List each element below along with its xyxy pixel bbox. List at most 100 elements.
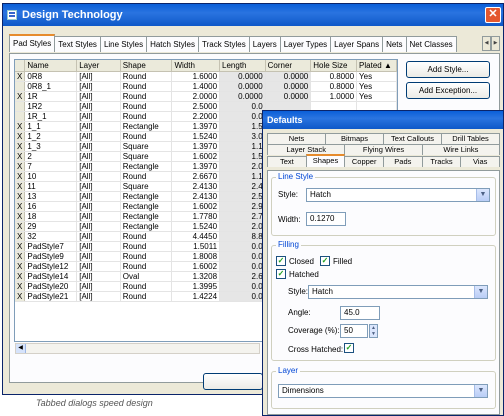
table-row[interactable]: X 1R [All] Round 2.0000 0.0000 0.0000 1.0000 Yes: [15, 91, 397, 102]
row-marker[interactable]: X: [15, 201, 26, 212]
table-cell[interactable]: 0.0: [219, 291, 266, 302]
close-icon[interactable]: ✕: [485, 7, 501, 23]
chevron-down-icon[interactable]: ▼: [476, 189, 489, 201]
table-cell[interactable]: 1_3: [24, 141, 78, 152]
table-cell[interactable]: 1R: [24, 91, 78, 102]
table-cell[interactable]: 1.8008: [171, 251, 221, 262]
table-cell[interactable]: PadStyle20: [24, 281, 78, 292]
table-cell[interactable]: 1.5: [219, 151, 266, 162]
table-cell[interactable]: Round: [120, 101, 173, 112]
tab-text-callouts[interactable]: Text Callouts: [383, 133, 442, 144]
layer-select[interactable]: Dimensions ▼: [278, 384, 488, 398]
table-cell[interactable]: 18: [24, 211, 78, 222]
filled-checkbox[interactable]: ✓ Filled: [320, 256, 352, 266]
row-marker[interactable]: X: [15, 221, 26, 232]
tab-vias[interactable]: Vias: [460, 156, 501, 167]
table-cell[interactable]: 0R8: [24, 71, 78, 82]
table-cell[interactable]: 1.4000: [171, 81, 221, 92]
column-header[interactable]: Plated ▲: [356, 60, 397, 72]
spin-down-icon[interactable]: ▼: [370, 331, 377, 337]
table-cell[interactable]: 1.6002: [171, 201, 221, 212]
column-header[interactable]: Name: [24, 60, 78, 72]
table-cell[interactable]: 1.6000: [171, 71, 221, 82]
table-cell[interactable]: 1.3970: [171, 161, 221, 172]
table-cell[interactable]: 0.0: [219, 241, 266, 252]
column-header[interactable]: Layer: [76, 60, 121, 72]
tab-shapes[interactable]: Shapes: [305, 154, 346, 167]
chevron-down-icon[interactable]: ▼: [474, 286, 487, 298]
table-cell[interactable]: 0.0: [219, 251, 266, 262]
tab-copper[interactable]: Copper: [344, 156, 385, 167]
row-marker[interactable]: X: [15, 181, 26, 192]
table-cell[interactable]: 7: [24, 161, 78, 172]
column-header[interactable]: [15, 60, 26, 72]
table-cell[interactable]: [All]: [76, 81, 121, 92]
column-header[interactable]: Width: [171, 60, 221, 72]
table-cell[interactable]: Round: [120, 281, 173, 292]
table-cell[interactable]: 0.0: [219, 281, 266, 292]
coverage-spinner[interactable]: ▲ ▼: [369, 324, 378, 338]
table-cell[interactable]: 1_2: [24, 131, 78, 142]
table-cell[interactable]: 32: [24, 231, 78, 242]
table-cell[interactable]: [All]: [76, 171, 121, 182]
table-cell[interactable]: [All]: [76, 151, 121, 162]
add-style-button[interactable]: Add Style...: [406, 61, 490, 78]
table-cell[interactable]: Yes: [356, 71, 397, 82]
table-cell[interactable]: 1.5: [219, 121, 266, 132]
row-marker[interactable]: [15, 111, 26, 122]
table-cell[interactable]: Round: [120, 261, 173, 272]
table-cell[interactable]: [All]: [76, 181, 121, 192]
table-cell[interactable]: [All]: [76, 71, 121, 82]
table-cell[interactable]: 1.3970: [171, 141, 221, 152]
table-cell[interactable]: 10: [24, 171, 78, 182]
table-cell[interactable]: 0.0000: [265, 91, 312, 102]
table-cell[interactable]: [All]: [76, 211, 121, 222]
width-field[interactable]: 0.1270: [306, 212, 346, 226]
table-cell[interactable]: [All]: [76, 131, 121, 142]
table-cell[interactable]: Square: [120, 141, 173, 152]
tab-hatch-styles[interactable]: Hatch Styles: [146, 36, 199, 52]
table-cell[interactable]: 13: [24, 191, 78, 202]
row-marker[interactable]: [15, 81, 26, 92]
table-cell[interactable]: 2.9: [219, 201, 266, 212]
table-cell[interactable]: 3.0: [219, 131, 266, 142]
table-cell[interactable]: 1.7780: [171, 211, 221, 222]
table-cell[interactable]: 1.4224: [171, 291, 221, 302]
line-style-select[interactable]: Hatch ▼: [306, 188, 490, 202]
table-cell[interactable]: [All]: [76, 241, 121, 252]
table-cell[interactable]: 1.3995: [171, 281, 221, 292]
table-cell[interactable]: [All]: [76, 291, 121, 302]
table-cell[interactable]: 0.0000: [265, 81, 312, 92]
row-marker[interactable]: X: [15, 271, 26, 282]
row-marker[interactable]: X: [15, 141, 26, 152]
table-cell[interactable]: 2.4130: [171, 181, 221, 192]
tab-pads[interactable]: Pads: [383, 156, 423, 167]
row-marker[interactable]: X: [15, 151, 26, 162]
hatched-checkbox[interactable]: ✓ Hatched: [276, 269, 319, 279]
tab-layer-spans[interactable]: Layer Spans: [330, 36, 384, 52]
table-row[interactable]: X 0R8 [All] Round 1.6000 0.0000 0.0000 0.8000 Ye…: [15, 71, 397, 82]
table-row[interactable]: 0R8_1 [All] Round 1.4000 0.0000 0.0000 0.8000 Y…: [15, 81, 397, 92]
table-cell[interactable]: PadStyle9: [24, 251, 78, 262]
table-cell[interactable]: 1R_1: [24, 111, 78, 122]
table-cell[interactable]: 2.0: [219, 161, 266, 172]
table-cell[interactable]: [All]: [76, 251, 121, 262]
table-cell[interactable]: 2.4130: [171, 191, 221, 202]
table-cell[interactable]: Square: [120, 181, 173, 192]
table-cell[interactable]: 2.0: [219, 221, 266, 232]
tab-layer-types[interactable]: Layer Types: [279, 36, 332, 52]
tab-text-styles[interactable]: Text Styles: [54, 36, 101, 52]
table-cell[interactable]: 1.5240: [171, 131, 221, 142]
table-cell[interactable]: Round: [120, 241, 173, 252]
tab-layers[interactable]: Layers: [248, 36, 281, 52]
tab-flying-wires[interactable]: Flying Wires: [344, 144, 423, 155]
table-cell[interactable]: 1.5240: [171, 221, 221, 232]
table-cell[interactable]: 1_1: [24, 121, 78, 132]
table-cell[interactable]: 1.6002: [171, 261, 221, 272]
table-cell[interactable]: 1.3208: [171, 271, 221, 282]
chevron-down-icon[interactable]: ▼: [474, 385, 487, 397]
row-marker[interactable]: X: [15, 121, 26, 132]
table-cell[interactable]: Round: [120, 131, 173, 142]
table-cell[interactable]: 2.2000: [171, 111, 221, 122]
table-cell[interactable]: [All]: [76, 221, 121, 232]
